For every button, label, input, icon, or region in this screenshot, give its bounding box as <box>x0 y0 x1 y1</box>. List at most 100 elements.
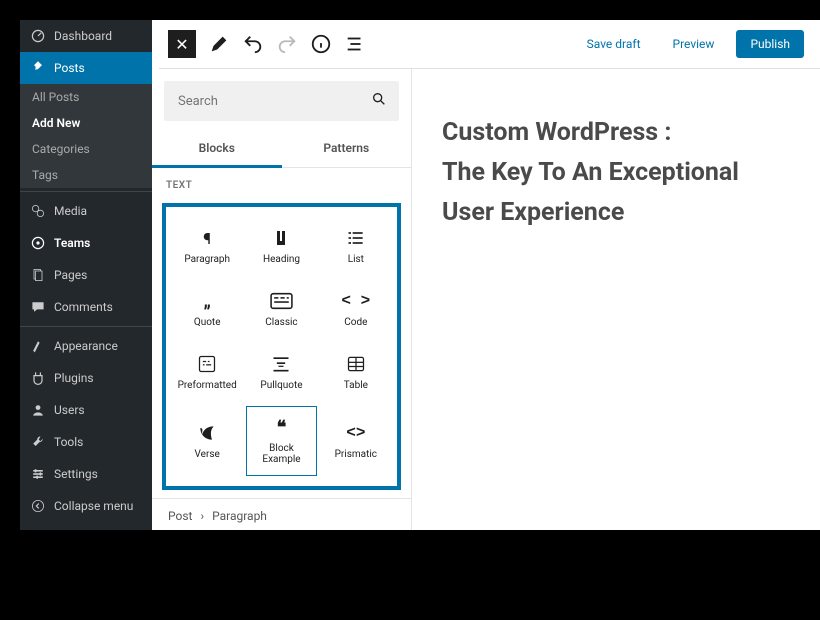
undo-icon[interactable] <box>242 33 264 55</box>
sidebar-label: Media <box>54 204 87 218</box>
title-line: The Key To An Exceptional <box>442 158 739 187</box>
outline-icon[interactable] <box>344 33 366 55</box>
users-icon <box>30 402 46 418</box>
sidebar-sub-categories[interactable]: Categories <box>20 136 152 162</box>
separator <box>20 326 152 327</box>
block-label: Verse <box>195 449 220 460</box>
block-pullquote[interactable]: Pullquote <box>246 343 316 402</box>
verse-icon <box>197 423 217 443</box>
sidebar-item-posts[interactable]: Posts <box>20 52 152 84</box>
quote-icon: „ <box>204 291 211 311</box>
crumb-paragraph[interactable]: Paragraph <box>212 509 267 523</box>
sidebar-label: Dashboard <box>54 29 112 43</box>
sidebar-label: Pages <box>54 268 87 282</box>
pullquote-icon <box>271 354 291 374</box>
edit-icon[interactable] <box>208 33 230 55</box>
settings-icon <box>30 466 46 482</box>
block-list[interactable]: List <box>321 217 391 276</box>
block-quote[interactable]: „ Quote <box>172 280 242 339</box>
block-label: Paragraph <box>184 254 230 265</box>
heading-icon <box>271 228 291 248</box>
redo-icon[interactable] <box>276 33 298 55</box>
plugins-icon <box>30 370 46 386</box>
table-icon <box>346 354 366 374</box>
block-label: Block Example <box>249 443 313 465</box>
sidebar-collapse[interactable]: Collapse menu <box>20 490 152 522</box>
block-label: Heading <box>263 254 300 265</box>
code-icon: < > <box>341 291 370 311</box>
close-inserter-button[interactable]: ✕ <box>168 30 196 58</box>
sidebar-label: Posts <box>54 61 85 75</box>
block-highlight-box: ¶ Paragraph Heading List „ <box>162 203 401 490</box>
sidebar-item-appearance[interactable]: Appearance <box>20 330 152 362</box>
admin-sidebar: Dashboard Posts All Posts Add New Catego… <box>20 20 152 530</box>
article-title: Custom WordPress : The Key To An Excepti… <box>442 113 790 233</box>
prismatic-icon: <> <box>346 423 365 443</box>
sidebar-item-media[interactable]: Media <box>20 195 152 227</box>
block-label: Preformatted <box>178 380 237 391</box>
preformatted-icon <box>197 354 217 374</box>
sidebar-item-plugins[interactable]: Plugins <box>20 362 152 394</box>
block-label: Classic <box>265 317 297 328</box>
tab-blocks[interactable]: Blocks <box>152 129 282 167</box>
info-icon[interactable] <box>310 33 332 55</box>
block-block-example[interactable]: ❝ Block Example <box>246 406 316 476</box>
block-label: Table <box>344 380 368 391</box>
tools-icon <box>30 434 46 450</box>
publish-button[interactable]: Publish <box>736 30 804 58</box>
separator <box>20 191 152 192</box>
editor-main: ✕ Save draft Preview Publish Blocks Patt… <box>152 20 820 530</box>
sidebar-sub-tags[interactable]: Tags <box>20 162 152 188</box>
sidebar-label: Users <box>54 403 85 417</box>
crumb-post[interactable]: Post <box>168 509 192 523</box>
sidebar-item-pages[interactable]: Pages <box>20 259 152 291</box>
sidebar-label: Comments <box>54 300 113 314</box>
block-heading[interactable]: Heading <box>246 217 316 276</box>
block-verse[interactable]: Verse <box>172 406 242 476</box>
sidebar-label: Tools <box>54 435 83 449</box>
dashboard-icon <box>30 28 46 44</box>
title-line: User Experience <box>442 198 624 227</box>
appearance-icon <box>30 338 46 354</box>
breadcrumb: Post › Paragraph <box>152 498 411 530</box>
block-classic[interactable]: Classic <box>246 280 316 339</box>
preview-button[interactable]: Preview <box>663 31 725 57</box>
save-draft-button[interactable]: Save draft <box>577 31 651 57</box>
editor-canvas[interactable]: Custom WordPress : The Key To An Excepti… <box>412 69 820 530</box>
block-label: Quote <box>194 317 221 328</box>
block-inserter-panel: Blocks Patterns TEXT ¶ Paragraph Heading <box>152 69 412 530</box>
paragraph-icon: ¶ <box>203 228 211 248</box>
sidebar-item-teams[interactable]: Teams <box>20 227 152 259</box>
chevron-right-icon: › <box>200 509 204 523</box>
search-input[interactable] <box>164 81 399 121</box>
sidebar-item-tools[interactable]: Tools <box>20 426 152 458</box>
sidebar-item-settings[interactable]: Settings <box>20 458 152 490</box>
comments-icon <box>30 299 46 315</box>
title-line: Custom WordPress : <box>442 118 671 147</box>
block-table[interactable]: Table <box>321 343 391 402</box>
sidebar-item-users[interactable]: Users <box>20 394 152 426</box>
block-label: Prismatic <box>335 449 377 460</box>
block-label: Pullquote <box>260 380 302 391</box>
block-code[interactable]: < > Code <box>321 280 391 339</box>
block-preformatted[interactable]: Preformatted <box>172 343 242 402</box>
sidebar-item-dashboard[interactable]: Dashboard <box>20 20 152 52</box>
classic-icon <box>269 291 294 311</box>
inserter-tabs: Blocks Patterns <box>152 129 411 168</box>
sidebar-label: Teams <box>54 236 90 250</box>
section-label-text: TEXT <box>152 168 411 199</box>
block-grid: ¶ Paragraph Heading List „ <box>172 217 391 476</box>
sidebar-sub-all-posts[interactable]: All Posts <box>20 84 152 110</box>
block-paragraph[interactable]: ¶ Paragraph <box>172 217 242 276</box>
sidebar-sub-add-new[interactable]: Add New <box>20 110 152 136</box>
media-icon <box>30 203 46 219</box>
pin-icon <box>30 60 46 76</box>
sidebar-label: Appearance <box>54 339 118 353</box>
list-icon <box>346 228 366 248</box>
pages-icon <box>30 267 46 283</box>
tab-patterns[interactable]: Patterns <box>282 129 412 167</box>
sidebar-label: Plugins <box>54 371 94 385</box>
block-prismatic[interactable]: <> Prismatic <box>321 406 391 476</box>
block-example-icon: ❝ <box>277 417 287 437</box>
sidebar-item-comments[interactable]: Comments <box>20 291 152 323</box>
